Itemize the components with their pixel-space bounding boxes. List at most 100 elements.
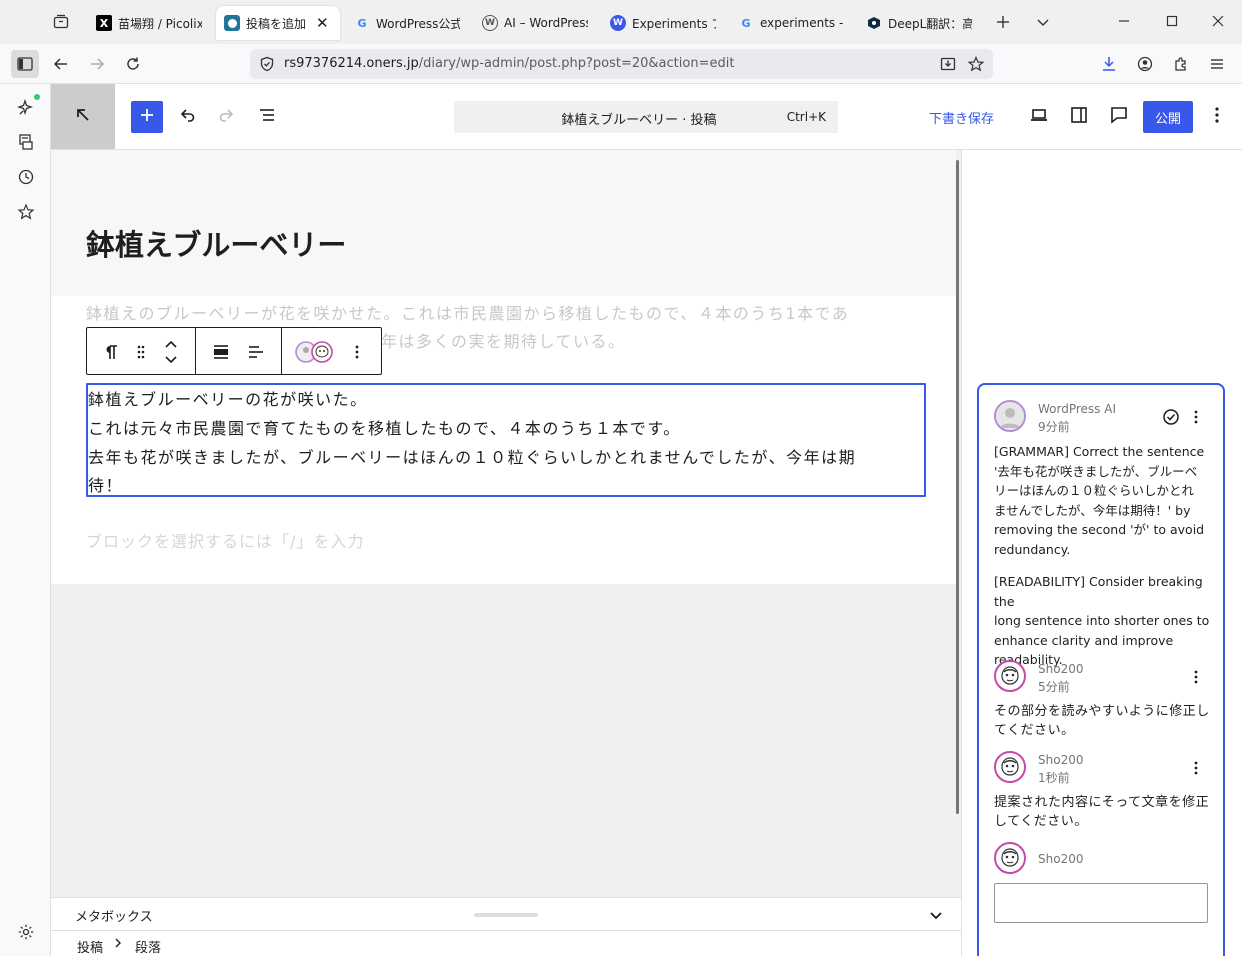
browser-sidebar <box>0 84 51 956</box>
install-app-icon[interactable] <box>938 54 958 74</box>
tab-ai-wordpress[interactable]: W AI – WordPress <box>474 6 596 40</box>
sidebar-toggle-icon[interactable] <box>11 50 39 78</box>
canvas-scrollbar[interactable] <box>956 160 959 814</box>
undo-button[interactable] <box>171 101 203 133</box>
reply-comment-text: その部分を読みやすいように修正し てください。 <box>994 704 1210 738</box>
tab-experiments-google[interactable]: G experiments - G <box>730 6 852 40</box>
user-avatar <box>994 842 1026 874</box>
command-palette-bar[interactable]: 鉢植えブルーベリー · 投稿 Ctrl+K <box>454 101 838 133</box>
downloads-icon[interactable] <box>1095 50 1123 78</box>
reply-input[interactable] <box>994 883 1208 923</box>
customize-gear-icon[interactable] <box>14 920 38 944</box>
tab-add-post[interactable]: 投稿を追加 ‹ ✕ <box>216 6 340 40</box>
breadcrumb-item-post[interactable]: 投稿 <box>77 937 103 956</box>
block-options-icon[interactable] <box>345 340 369 364</box>
account-icon[interactable] <box>1131 50 1159 78</box>
tab-wordpress-official[interactable]: G WordPress公式( <box>346 6 468 40</box>
url-text[interactable]: rs97376214.oners.jp/diary/wp-admin/post.… <box>284 56 734 71</box>
comment-thread[interactable]: WordPress AI 9分前 [GRAMMAR] Correct the s… <box>977 383 1225 956</box>
comment-more-icon[interactable] <box>1186 758 1206 778</box>
maximize-icon[interactable] <box>1150 6 1194 36</box>
comment-time: 1秒前 <box>1038 771 1070 785</box>
browser-tab-bar: X 苗場翔 / Picolix 投稿を追加 ‹ ✕ G WordPress公式(… <box>0 0 1242 44</box>
metabox-panel[interactable]: メタボックス <box>51 897 961 930</box>
align-full-icon[interactable] <box>209 340 233 364</box>
bookmarks-star-icon[interactable] <box>14 200 38 224</box>
breadcrumb-item-paragraph[interactable]: 段落 <box>135 937 161 956</box>
close-window-icon[interactable] <box>1196 6 1240 36</box>
wp-admin-icon <box>224 15 240 31</box>
arrow-up-left-icon <box>74 106 92 128</box>
chevron-right-icon <box>113 936 123 954</box>
reply-comment-text: 提案された内容にそって文章を修正 してください。 <box>994 795 1210 829</box>
sidebar-icon <box>1069 105 1089 129</box>
collaborator-avatars-icon[interactable] <box>293 340 337 364</box>
block-breadcrumb: 投稿 段落 <box>51 930 961 956</box>
redo-icon <box>217 105 237 129</box>
comment-author: WordPress AI <box>1038 402 1116 416</box>
reload-icon[interactable] <box>119 50 147 78</box>
comment-more-icon[interactable] <box>1186 407 1206 427</box>
resize-handle[interactable] <box>474 913 538 917</box>
shield-icon[interactable] <box>258 55 276 73</box>
editor-canvas: 鉢植えブルーベリー 鉢植えのブルーベリーが花を咲かせた。これは市民農園から移植し… <box>51 150 961 897</box>
menu-icon[interactable] <box>1203 50 1231 78</box>
undo-icon <box>177 105 197 129</box>
chevron-down-icon[interactable] <box>927 906 945 924</box>
plus-icon <box>139 107 155 127</box>
more-vertical-icon <box>1207 105 1227 129</box>
ai-comment-grammar: [GRAMMAR] Correct the sentence '去年も花が咲きま… <box>994 444 1205 557</box>
google-icon: G <box>357 16 367 30</box>
preview-button[interactable] <box>1023 101 1055 133</box>
publish-button[interactable]: 公開 <box>1143 101 1193 133</box>
options-button[interactable] <box>1201 101 1233 133</box>
wordpress-blue-icon: W <box>610 15 626 31</box>
bookmark-star-icon[interactable] <box>966 54 986 74</box>
resolve-check-icon[interactable] <box>1161 407 1181 427</box>
ai-sparkle-icon[interactable] <box>14 96 38 120</box>
shortcut-hint: Ctrl+K <box>786 110 826 124</box>
list-view-icon <box>257 105 277 129</box>
comment-time: 9分前 <box>1038 420 1070 434</box>
forward-icon[interactable] <box>83 50 111 78</box>
comment-author: Sho200 <box>1038 753 1084 767</box>
wordpress-icon: W <box>482 15 498 31</box>
editor-paper: 鉢植えブルーベリー 鉢植えのブルーベリーが花を咲かせた。これは市民農園から移植し… <box>51 150 956 584</box>
comment-more-icon[interactable] <box>1186 667 1206 687</box>
tab-deepl[interactable]: DeepL翻訳：高 <box>858 6 980 40</box>
tab-groups-icon[interactable] <box>46 8 76 36</box>
history-icon[interactable] <box>14 165 38 189</box>
block-placeholder[interactable]: ブロックを選択するには「/」を入力 <box>86 528 364 552</box>
extensions-icon[interactable] <box>1167 50 1195 78</box>
selected-paragraph-block[interactable]: 鉢植えブルーベリーの花が咲いた。 これは元々市民農園で育てたものを移植したもので… <box>86 383 926 497</box>
paragraph-icon[interactable] <box>99 340 123 364</box>
document-overview-button[interactable] <box>251 101 283 133</box>
tab-list-chevron-icon[interactable] <box>1028 8 1058 36</box>
deepl-icon <box>866 15 882 31</box>
save-draft-button[interactable]: 下書き保存 <box>929 108 994 127</box>
block-inserter-button[interactable] <box>131 101 163 133</box>
comment-author: Sho200 <box>1038 662 1084 676</box>
new-tab-icon[interactable] <box>988 8 1018 36</box>
notification-dot <box>34 94 40 100</box>
url-bar[interactable]: rs97376214.oners.jp/diary/wp-admin/post.… <box>250 49 993 79</box>
x-logo-icon: X <box>96 15 112 31</box>
comment-icon <box>1109 105 1129 129</box>
comments-button[interactable] <box>1103 101 1135 133</box>
move-up-down-icon[interactable] <box>159 334 183 370</box>
close-tab-icon[interactable]: ✕ <box>316 14 329 32</box>
drag-handle-icon[interactable] <box>129 340 153 364</box>
user-avatar <box>994 751 1026 783</box>
align-left-icon[interactable] <box>244 340 268 364</box>
tab-picolix[interactable]: X 苗場翔 / Picolix <box>88 6 210 40</box>
back-icon[interactable] <box>47 50 75 78</box>
document-title: 鉢植えブルーベリー · 投稿 <box>561 113 717 128</box>
settings-sidebar-button[interactable] <box>1063 101 1095 133</box>
ai-comment-readability: [READABILITY] Consider breaking the long… <box>994 574 1210 667</box>
post-title[interactable]: 鉢植えブルーベリー <box>86 222 346 264</box>
back-to-dashboard-button[interactable] <box>51 84 115 149</box>
tab-experiments[interactable]: W Experiments プラ <box>602 6 724 40</box>
synced-tabs-icon[interactable] <box>14 130 38 154</box>
redo-button[interactable] <box>211 101 243 133</box>
minimize-icon[interactable] <box>1102 6 1146 36</box>
